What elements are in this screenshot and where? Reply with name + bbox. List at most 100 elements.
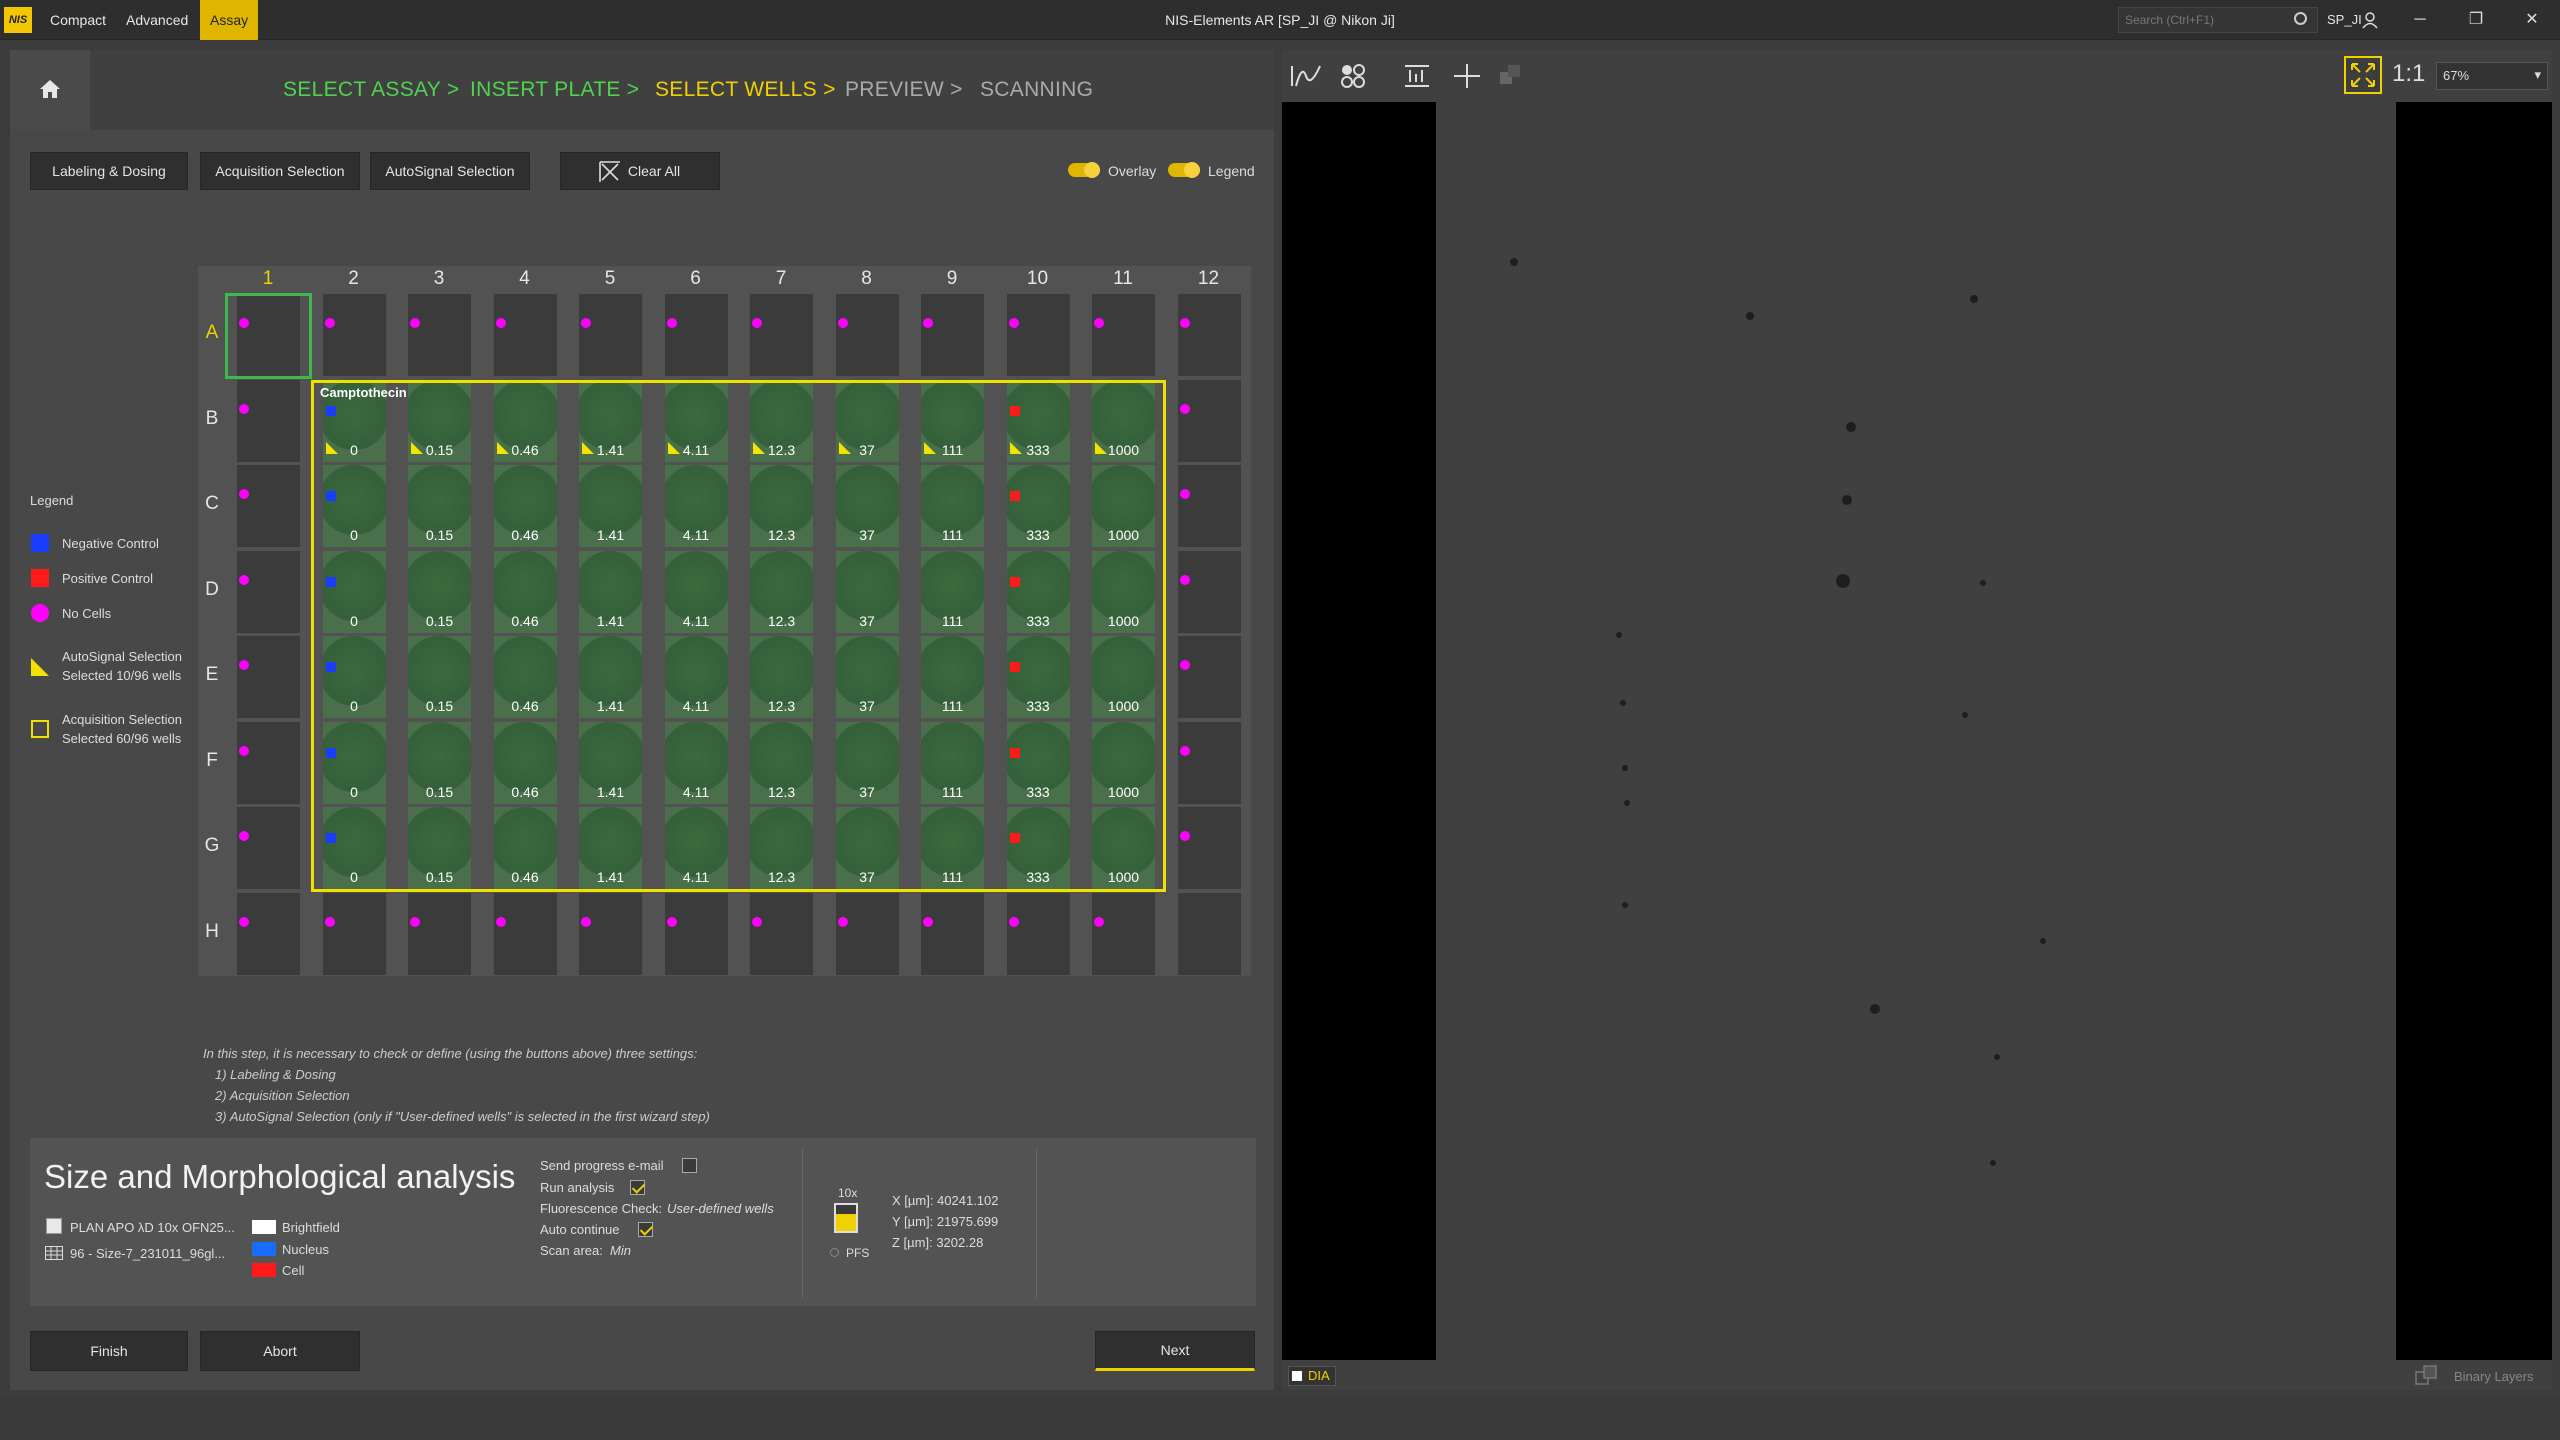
well-H5[interactable]: [579, 892, 642, 975]
well-A10[interactable]: [1006, 294, 1070, 376]
well-A8[interactable]: [835, 294, 899, 376]
well-concentration: 333: [1026, 612, 1050, 629]
wizard-step-1[interactable]: SELECT ASSAY >: [283, 78, 459, 102]
scale-bar-icon[interactable]: [1402, 62, 1432, 90]
channel-brightfield: Brightfield: [282, 1220, 340, 1235]
well-concentration: 1.41: [596, 783, 625, 800]
column-header-6[interactable]: 6: [661, 268, 731, 290]
negative-control-marker: [325, 747, 336, 758]
channels-icon[interactable]: [1338, 62, 1368, 90]
well-H8[interactable]: [835, 892, 899, 975]
row-header-H[interactable]: H: [198, 921, 226, 943]
next-button[interactable]: Next: [1095, 1331, 1255, 1371]
legend-toggle[interactable]: [1168, 162, 1200, 178]
well-E1[interactable]: [237, 636, 300, 718]
well-A11[interactable]: [1092, 294, 1155, 376]
well-G1[interactable]: [237, 807, 300, 889]
well-A4[interactable]: [493, 294, 557, 376]
home-icon[interactable]: [38, 77, 62, 101]
row-header-E[interactable]: E: [198, 664, 226, 686]
well-H2[interactable]: [322, 892, 386, 975]
autosignal-selection-button[interactable]: AutoSignal Selection: [370, 152, 530, 190]
well-F1[interactable]: [237, 721, 300, 804]
lut-curve-icon[interactable]: [1290, 62, 1322, 90]
wizard-step-3[interactable]: SELECT WELLS >: [655, 78, 836, 102]
crosshair-icon[interactable]: [1452, 62, 1482, 90]
menu-advanced[interactable]: Advanced: [126, 0, 188, 40]
column-header-8[interactable]: 8: [832, 268, 902, 290]
column-header-3[interactable]: 3: [404, 268, 474, 290]
restore-icon[interactable]: ❐: [2448, 0, 2504, 40]
column-header-7[interactable]: 7: [746, 268, 816, 290]
send-email-checkbox[interactable]: [682, 1158, 697, 1173]
well-E12[interactable]: [1177, 636, 1241, 718]
row-header-A[interactable]: A: [198, 322, 226, 344]
objective-name: PLAN APO λD 10x OFN25...: [70, 1220, 235, 1235]
row-header-G[interactable]: G: [198, 835, 226, 857]
well-H12[interactable]: [1177, 892, 1241, 975]
fit-to-screen-icon[interactable]: [2344, 56, 2382, 94]
run-analysis-checkbox[interactable]: [630, 1180, 645, 1195]
well-G12[interactable]: [1177, 807, 1241, 889]
actual-size-button[interactable]: 1:1: [2392, 60, 2425, 88]
well-H3[interactable]: [408, 892, 471, 975]
scan-area-label: Scan area:: [540, 1243, 603, 1258]
well-A2[interactable]: [322, 294, 386, 376]
well-concentration: 0.15: [425, 441, 454, 458]
column-header-4[interactable]: 4: [490, 268, 560, 290]
menu-assay[interactable]: Assay: [200, 0, 259, 40]
well-H1[interactable]: [237, 892, 300, 975]
legend-autosignal: AutoSignal Selection Selected 10/96 wells: [62, 647, 182, 685]
wizard-step-2[interactable]: INSERT PLATE >: [470, 78, 639, 102]
row-header-F[interactable]: F: [198, 750, 226, 772]
no-cells-marker: [666, 318, 677, 328]
binary-layers-label[interactable]: Binary Layers: [2454, 1369, 2533, 1384]
assay-name: Size and Morphological analysis: [44, 1158, 516, 1195]
well-H7[interactable]: [750, 892, 813, 975]
column-header-10[interactable]: 10: [1003, 268, 1073, 290]
menu-compact[interactable]: Compact: [50, 0, 106, 40]
clear-all-button[interactable]: Clear All: [560, 152, 720, 190]
well-H6[interactable]: [664, 892, 728, 975]
well-D12[interactable]: [1177, 550, 1241, 633]
finish-button[interactable]: Finish: [30, 1331, 188, 1371]
column-header-9[interactable]: 9: [917, 268, 987, 290]
column-header-12[interactable]: 12: [1174, 268, 1244, 290]
minimize-icon[interactable]: ─: [2392, 0, 2448, 40]
well-B1[interactable]: [237, 379, 300, 462]
auto-continue-checkbox[interactable]: [638, 1222, 653, 1237]
acquisition-selection-button[interactable]: Acquisition Selection: [200, 152, 360, 190]
row-header-B[interactable]: B: [198, 408, 226, 430]
well-B12[interactable]: [1177, 379, 1241, 462]
close-icon[interactable]: ✕: [2504, 0, 2560, 40]
well-H11[interactable]: [1092, 892, 1155, 975]
well-concentration: 12.3: [767, 612, 796, 629]
labeling-dosing-button[interactable]: Labeling & Dosing: [30, 152, 188, 190]
row-header-D[interactable]: D: [198, 579, 226, 601]
well-D1[interactable]: [237, 550, 300, 633]
well-C12[interactable]: [1177, 465, 1241, 547]
search-input[interactable]: Search (Ctrl+F1): [2118, 7, 2318, 33]
well-A12[interactable]: [1177, 294, 1241, 376]
column-header-5[interactable]: 5: [575, 268, 645, 290]
search-icon[interactable]: [2294, 12, 2307, 25]
zoom-select[interactable]: 67% ▾: [2436, 62, 2548, 90]
well-F12[interactable]: [1177, 721, 1241, 804]
camera-image[interactable]: [1436, 102, 2396, 1360]
overlay-toggle[interactable]: [1068, 162, 1100, 178]
abort-button[interactable]: Abort: [200, 1331, 360, 1371]
well-H9[interactable]: [921, 892, 984, 975]
well-H10[interactable]: [1006, 892, 1070, 975]
user-icon[interactable]: [2362, 11, 2378, 29]
well-C1[interactable]: [237, 465, 300, 547]
well-H4[interactable]: [493, 892, 557, 975]
column-header-2[interactable]: 2: [319, 268, 389, 290]
column-header-1[interactable]: 1: [233, 268, 303, 290]
well-A3[interactable]: [408, 294, 471, 376]
well-A5[interactable]: [579, 294, 642, 376]
well-A7[interactable]: [750, 294, 813, 376]
column-header-11[interactable]: 11: [1088, 268, 1158, 290]
row-header-C[interactable]: C: [198, 493, 226, 515]
well-A9[interactable]: [921, 294, 984, 376]
well-A6[interactable]: [664, 294, 728, 376]
